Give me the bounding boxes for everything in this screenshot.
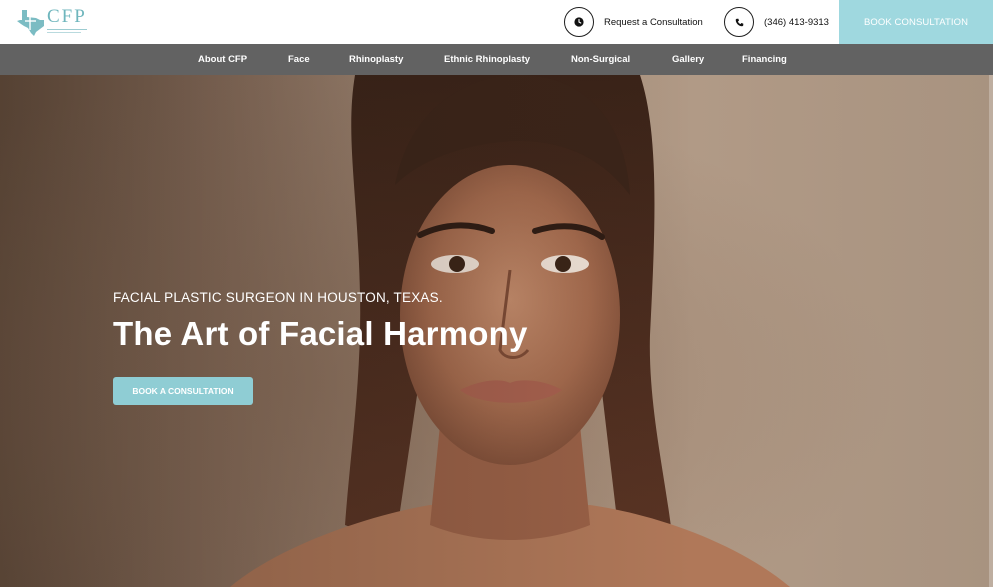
nav-item-rhinoplasty[interactable]: Rhinoplasty: [349, 44, 403, 75]
cfp-logo[interactable]: CFP: [16, 6, 87, 38]
book-consultation-button[interactable]: BOOK CONSULTATION: [839, 0, 993, 44]
request-consultation-label: Request a Consultation: [604, 16, 703, 28]
logo-tagline-line: [47, 32, 81, 33]
logo-tagline-line: [47, 29, 87, 30]
phone-icon: [724, 7, 754, 37]
phone-number: (346) 413-9313: [764, 16, 829, 28]
nav-item-non-surgical[interactable]: Non-Surgical: [571, 44, 630, 75]
hero-book-consultation-button[interactable]: BOOK A CONSULTATION: [113, 377, 253, 405]
phone-link[interactable]: (346) 413-9313: [724, 7, 829, 37]
page-scrollbar[interactable]: [989, 75, 993, 587]
nav-item-face[interactable]: Face: [288, 44, 310, 75]
clock-icon: [564, 7, 594, 37]
hero-section: FACIAL PLASTIC SURGEON IN HOUSTON, TEXAS…: [0, 75, 993, 587]
request-consultation-link[interactable]: Request a Consultation: [564, 7, 703, 37]
hero-eyebrow: FACIAL PLASTIC SURGEON IN HOUSTON, TEXAS…: [113, 290, 443, 305]
nav-item-about-cfp[interactable]: About CFP: [198, 44, 247, 75]
nav-item-gallery[interactable]: Gallery: [672, 44, 704, 75]
nav-item-financing[interactable]: Financing: [742, 44, 787, 75]
logo-wordmark: CFP: [47, 6, 87, 27]
site-header: CFP Request a Consultation (346) 413-931…: [0, 0, 993, 44]
texas-logo-icon: [17, 10, 44, 36]
main-nav: About CFP Face Rhinoplasty Ethnic Rhinop…: [0, 44, 993, 75]
nav-item-ethnic-rhinoplasty[interactable]: Ethnic Rhinoplasty: [444, 44, 530, 75]
hero-headline: The Art of Facial Harmony: [113, 315, 528, 352]
